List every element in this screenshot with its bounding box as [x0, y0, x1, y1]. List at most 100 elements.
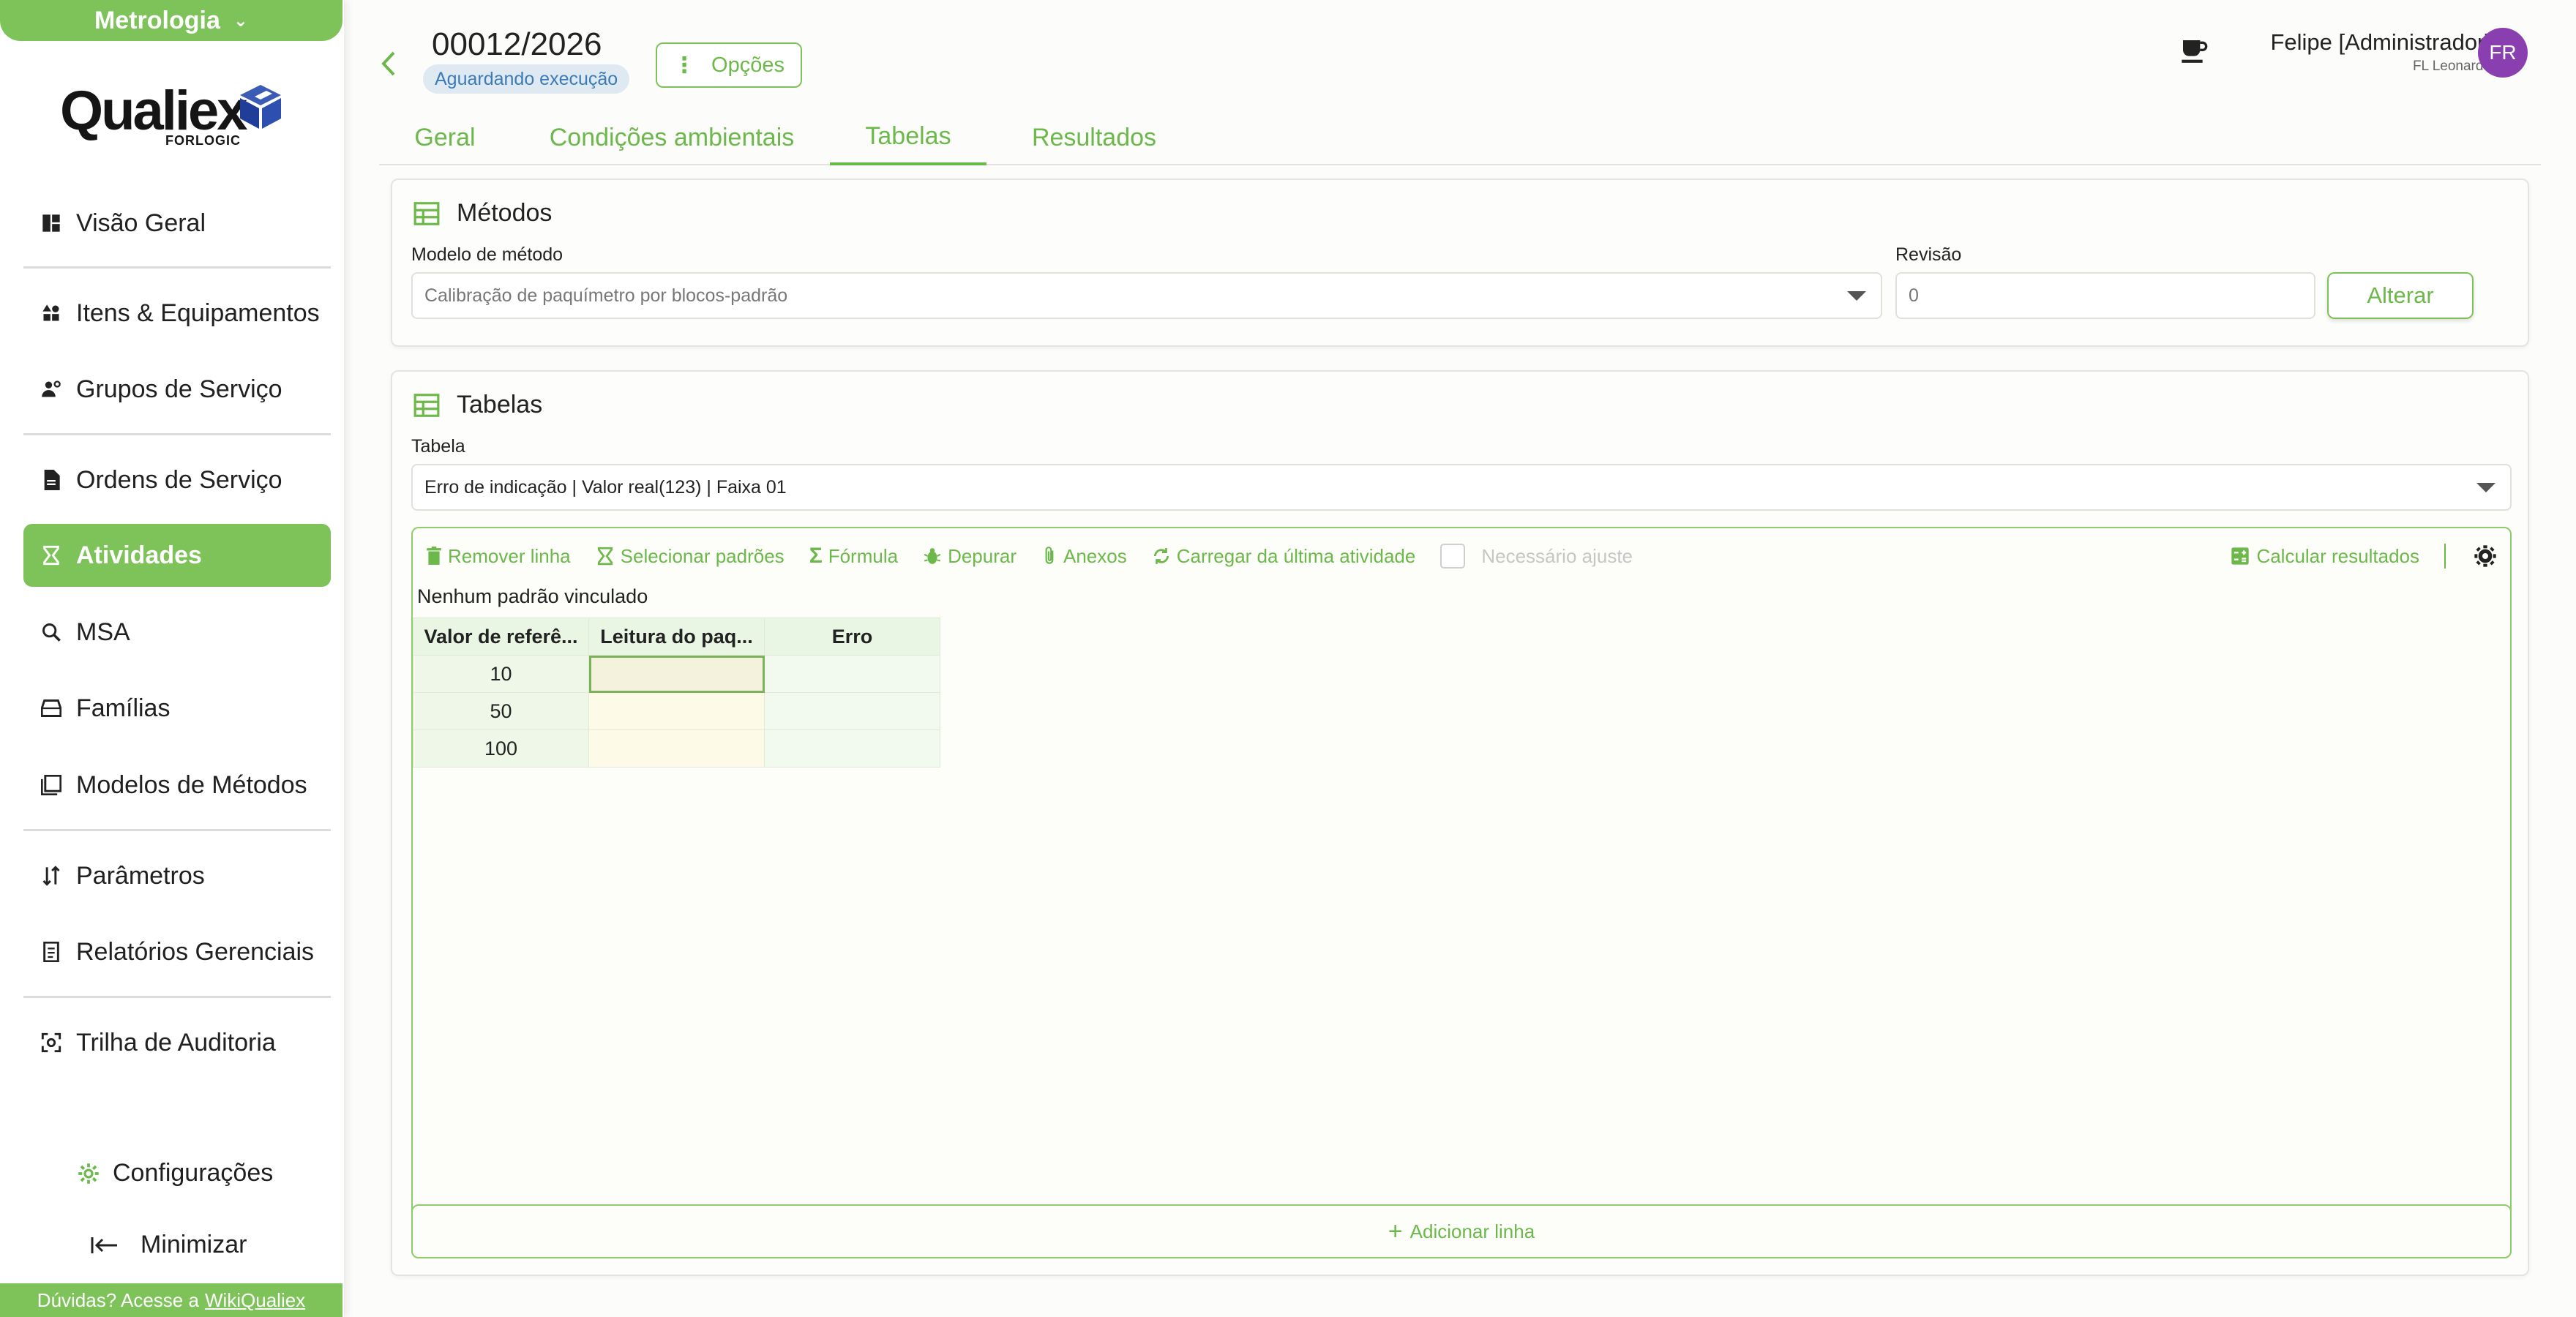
debug-button[interactable]: Depurar [923, 545, 1016, 568]
tab-resultados[interactable]: Resultados [1010, 110, 1178, 165]
methods-title: Métodos [457, 199, 553, 227]
book-icon [37, 770, 66, 800]
cell-error[interactable] [764, 729, 940, 768]
tab-geral[interactable]: Geral [379, 110, 511, 165]
module-label: Metrologia [94, 6, 220, 34]
cell-reference[interactable]: 10 [413, 655, 589, 693]
sigma-icon: Σ [809, 544, 823, 568]
page-title: 00012/2026 [432, 26, 602, 62]
sidebar-item-ordens-servico[interactable]: Ordens de Serviço [23, 449, 331, 511]
user-menu[interactable]: Felipe [Administrador] FL Leonardo [2270, 29, 2491, 75]
qualiex-logo: Qualiex FORLOGIC [60, 79, 294, 152]
revision-input[interactable] [1895, 272, 2315, 319]
formula-button[interactable]: Σ Fórmula [809, 544, 898, 569]
methods-card: Métodos Modelo de método Calibração de p… [391, 179, 2529, 347]
chevron-down-icon: ⌄ [233, 10, 248, 31]
select-standards-label: Selecionar padrões [620, 544, 785, 567]
tables-card: Tabelas Tabela Erro de indicação | Valor… [391, 370, 2529, 1276]
sidebar-item-familias[interactable]: Famílias [23, 677, 331, 740]
sidebar-item-trilha-auditoria[interactable]: Trilha de Auditoria [23, 1011, 331, 1074]
column-header-reading[interactable]: Leitura do paq... [588, 618, 765, 656]
calculator-icon [2231, 547, 2250, 565]
nav-divider [23, 266, 331, 269]
tab-bar: Geral Condições ambientais Tabelas Resul… [379, 110, 2541, 165]
config-link[interactable]: Configurações [78, 1159, 273, 1187]
document-icon [37, 465, 66, 495]
hourglass-icon [37, 541, 66, 570]
zoom-icon [37, 618, 66, 647]
options-button[interactable]: ⋮ Opções [656, 42, 802, 88]
settings-button[interactable] [2474, 544, 2497, 568]
load-last-activity-label: Carregar da última atividade [1176, 544, 1416, 567]
no-standard-message: Nenhum padrão vinculado [417, 585, 648, 607]
cell-error[interactable] [764, 655, 940, 693]
cell-error[interactable] [764, 692, 940, 730]
method-model-value: Calibração de paquímetro por blocos-padr… [424, 285, 788, 306]
cell-reading[interactable] [588, 655, 765, 693]
collapse-left-icon [91, 1236, 119, 1255]
alter-button[interactable]: Alterar [2327, 272, 2474, 319]
adjust-needed-checkbox[interactable] [1440, 544, 1466, 569]
sidebar-item-label: Famílias [76, 694, 171, 722]
audit-icon [37, 1028, 66, 1057]
select-standards-button[interactable]: Selecionar padrões [596, 545, 785, 568]
data-grid: Valor de referê... Leitura do paq... Err… [413, 618, 940, 768]
table-select[interactable]: Erro de indicação | Valor real(123) | Fa… [411, 464, 2512, 511]
column-header-reference[interactable]: Valor de referê... [413, 618, 589, 656]
bug-icon [924, 548, 941, 564]
wiki-link[interactable]: WikiQualiex [205, 1289, 305, 1312]
table-select-value: Erro de indicação | Valor real(123) | Fa… [424, 476, 787, 498]
table-row: 50 [413, 692, 940, 730]
tables-card-title: Tabelas [413, 391, 542, 419]
tab-tabelas[interactable]: Tabelas [830, 110, 986, 165]
method-model-select[interactable]: Calibração de paquímetro por blocos-padr… [411, 272, 1882, 319]
minimize-label: Minimizar [141, 1231, 247, 1258]
debug-label: Depurar [948, 544, 1016, 567]
table-label: Tabela [411, 436, 465, 457]
sidebar-item-msa[interactable]: MSA [23, 601, 331, 664]
table-icon [413, 201, 440, 225]
caret-down-icon [2476, 483, 2496, 492]
module-selector[interactable]: Metrologia ⌄ [0, 0, 342, 41]
calculate-results-button[interactable]: Calcular resultados [2230, 545, 2419, 568]
add-row-button[interactable]: + Adicionar linha [411, 1204, 2512, 1258]
sidebar-item-modelos-metodos[interactable]: Modelos de Métodos [23, 754, 331, 817]
options-label: Opções [711, 53, 785, 77]
help-bar: Dúvidas? Acesse a WikiQualiex [0, 1283, 342, 1317]
avatar[interactable]: FR [2478, 28, 2528, 78]
paperclip-icon [1045, 547, 1054, 564]
sidebar-item-label: Grupos de Serviço [76, 375, 282, 403]
attachments-button[interactable]: Anexos [1041, 545, 1127, 568]
revision-label: Revisão [1895, 244, 1962, 265]
sidebar-item-itens-equipamentos[interactable]: Itens & Equipamentos [23, 282, 331, 345]
report-icon [37, 937, 66, 967]
remove-row-button[interactable]: Remover linha [426, 545, 571, 568]
user-name: Felipe [Administrador] [2270, 29, 2491, 55]
cell-reading[interactable] [588, 692, 765, 730]
more-vertical-icon: ⋮ [673, 53, 696, 78]
coffee-icon[interactable] [2179, 37, 2209, 70]
sidebar-item-visao-geral[interactable]: Visão Geral [23, 192, 331, 255]
gear-icon [78, 1163, 100, 1185]
sidebar-item-label: Itens & Equipamentos [76, 299, 320, 327]
sidebar-item-label: Trilha de Auditoria [76, 1028, 276, 1057]
add-row-label: Adicionar linha [1409, 1220, 1535, 1242]
column-header-error[interactable]: Erro [764, 618, 940, 656]
cell-reference[interactable]: 50 [413, 692, 589, 730]
tab-condicoes-ambientais[interactable]: Condições ambientais [533, 110, 811, 165]
load-last-activity-button[interactable]: Carregar da última atividade [1152, 544, 1416, 568]
shapes-icon [37, 299, 66, 328]
cell-reading[interactable] [588, 729, 765, 768]
sidebar-item-parametros[interactable]: Parâmetros [23, 844, 331, 907]
sidebar-item-atividades[interactable]: Atividades [23, 524, 331, 587]
back-button[interactable] [381, 50, 397, 81]
minimize-button[interactable]: Minimizar [91, 1231, 247, 1259]
caret-down-icon [1847, 291, 1866, 301]
table-icon [413, 393, 440, 417]
table-editor: Remover linha Selecionar padrões Σ Fórmu… [411, 527, 2512, 1258]
sidebar-item-grupos-servico[interactable]: Grupos de Serviço [23, 358, 331, 421]
sidebar-item-label: Ordens de Serviço [76, 465, 282, 494]
sidebar-item-relatorios[interactable]: Relatórios Gerenciais [23, 920, 331, 983]
cell-reference[interactable]: 100 [413, 729, 589, 768]
trash-icon [427, 547, 441, 565]
